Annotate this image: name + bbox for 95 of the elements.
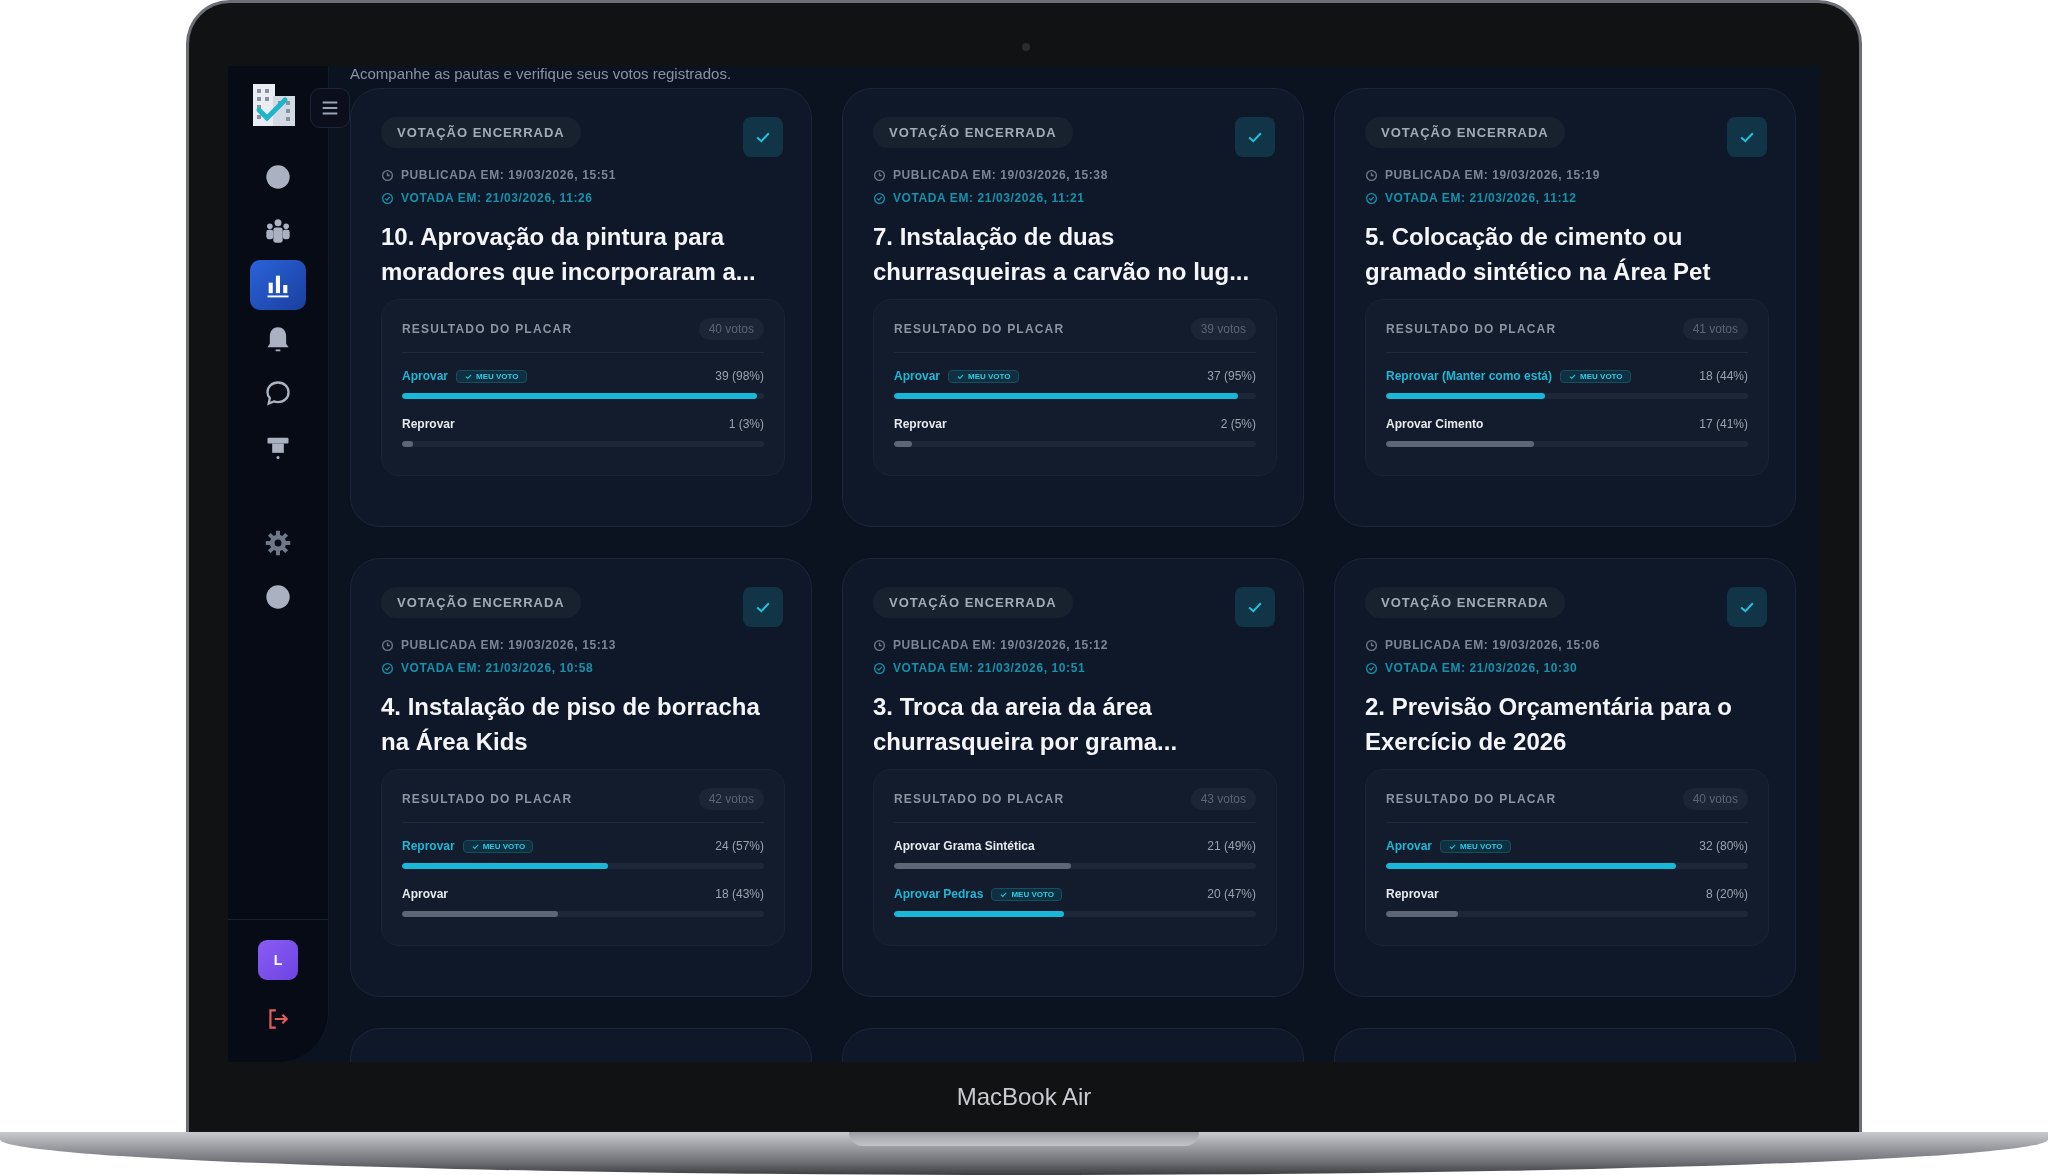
voted-date: VOTADA EM: 21/03/2026, 11:21 bbox=[893, 191, 1085, 205]
check-circle-icon bbox=[381, 191, 394, 205]
option-label: Reprovar bbox=[894, 417, 947, 431]
vote-count: 39 votos bbox=[1190, 318, 1256, 340]
status-badge: VOTAÇÃO ENCERRADA bbox=[873, 587, 1073, 618]
check-circle-icon bbox=[873, 661, 886, 675]
circle-icon bbox=[264, 163, 292, 191]
circle-icon bbox=[264, 583, 292, 611]
option-result: 24 (57%) bbox=[715, 839, 764, 853]
check-circle-icon bbox=[873, 191, 886, 205]
my-vote-text: MEU VOTO bbox=[1580, 371, 1623, 381]
card-title: 4. Instalação de piso de borracha na Área Kids bbox=[381, 692, 761, 757]
voted-check-button[interactable] bbox=[1235, 587, 1275, 627]
device-label: MacBook Air bbox=[956, 1083, 1092, 1111]
option-label: Aprovar bbox=[1386, 839, 1432, 853]
my-vote-text: MEU VOTO bbox=[1011, 889, 1054, 899]
voted-check-button[interactable] bbox=[1727, 587, 1767, 627]
chat-icon bbox=[264, 379, 292, 407]
option-result: 21 (49%) bbox=[1207, 839, 1256, 853]
vote-count: 42 votos bbox=[698, 788, 764, 810]
voted-check-button[interactable] bbox=[743, 587, 783, 627]
my-vote-text: MEU VOTO bbox=[1460, 841, 1503, 851]
card-title: 7. Instalação de duas churrasqueiras a carvão no lug... bbox=[873, 222, 1251, 287]
card-title: 5. Colocação de cimento ou gramado sintético na Área Pet bbox=[1365, 222, 1712, 287]
status-badge: VOTAÇÃO ENCERRADA bbox=[1365, 587, 1565, 618]
option-label: Reprovar bbox=[402, 839, 455, 853]
menu-button[interactable] bbox=[310, 88, 350, 128]
vote-count: 40 votos bbox=[698, 318, 764, 340]
option-result: 32 (80%) bbox=[1699, 839, 1748, 853]
published-date: PUBLICADA EM: 19/03/2026, 15:38 bbox=[893, 168, 1108, 182]
voted-date: VOTADA EM: 21/03/2026, 10:30 bbox=[1385, 661, 1578, 675]
results-heading: RESULTADO DO PLACAR bbox=[402, 792, 573, 806]
published-date: PUBLICADA EM: 19/03/2026, 15:51 bbox=[401, 168, 616, 182]
clock-icon bbox=[1365, 168, 1378, 182]
vote-count: 40 votos bbox=[1682, 788, 1748, 810]
voted-date: VOTADA EM: 21/03/2026, 10:51 bbox=[893, 661, 1086, 675]
published-date: PUBLICADA EM: 19/03/2026, 15:19 bbox=[1385, 168, 1600, 182]
results-heading: RESULTADO DO PLACAR bbox=[1386, 322, 1557, 336]
voted-check-button[interactable] bbox=[743, 117, 783, 157]
my-vote-text: MEU VOTO bbox=[968, 371, 1011, 381]
page-subtitle: Acompanhe as pautas e verifique seus votos registrados. bbox=[350, 66, 733, 84]
clock-icon bbox=[381, 638, 394, 652]
option-label: Aprovar Grama Sintética bbox=[894, 839, 1035, 853]
voted-check-button[interactable] bbox=[1235, 117, 1275, 157]
clock-icon bbox=[1365, 638, 1378, 652]
results-heading: RESULTADO DO PLACAR bbox=[402, 322, 573, 336]
voted-date: VOTADA EM: 21/03/2026, 10:58 bbox=[401, 661, 594, 675]
card-title: 3. Troca da areia da área churrasqueira por grama... bbox=[873, 692, 1179, 757]
camera-icon bbox=[1022, 43, 1030, 51]
clock-icon bbox=[873, 168, 886, 182]
option-result: 20 (47%) bbox=[1207, 887, 1256, 901]
option-result: 2 (5%) bbox=[1220, 417, 1256, 431]
voted-check-button[interactable] bbox=[1727, 117, 1767, 157]
option-label: Reprovar bbox=[402, 417, 455, 431]
option-label: Aprovar Cimento bbox=[1386, 417, 1484, 431]
option-label: Aprovar bbox=[402, 369, 448, 383]
published-date: PUBLICADA EM: 19/03/2026, 15:12 bbox=[893, 638, 1108, 652]
sidebar-item[interactable] bbox=[250, 260, 306, 310]
clock-icon bbox=[381, 168, 394, 182]
option-result: 1 (3%) bbox=[728, 417, 764, 431]
my-vote-text: MEU VOTO bbox=[476, 371, 519, 381]
option-result: 39 (98%) bbox=[715, 369, 764, 383]
option-result: 37 (95%) bbox=[1207, 369, 1256, 383]
card-title: 2. Previsão Orçamentária para o Exercício de 2026 bbox=[1365, 692, 1733, 757]
option-result: 18 (44%) bbox=[1699, 369, 1748, 383]
people-icon bbox=[264, 217, 292, 245]
option-result: 17 (41%) bbox=[1699, 417, 1748, 431]
option-label: Aprovar bbox=[894, 369, 940, 383]
vote-count: 41 votos bbox=[1682, 318, 1748, 340]
status-badge: VOTAÇÃO ENCERRADA bbox=[1365, 117, 1565, 148]
check-circle-icon bbox=[381, 661, 394, 675]
settings-icon bbox=[264, 529, 292, 557]
user-avatar[interactable]: L bbox=[258, 940, 298, 980]
option-result: 18 (43%) bbox=[715, 887, 764, 901]
option-label: Reprovar bbox=[1386, 887, 1439, 901]
option-label: Reprovar (Manter como está) bbox=[1386, 369, 1553, 383]
my-vote-text: MEU VOTO bbox=[482, 841, 526, 851]
check-circle-icon bbox=[1365, 661, 1378, 675]
voted-date: VOTADA EM: 21/03/2026, 11:12 bbox=[1385, 191, 1577, 205]
status-badge: VOTAÇÃO ENCERRADA bbox=[381, 587, 581, 618]
results-heading: RESULTADO DO PLACAR bbox=[1386, 792, 1557, 806]
status-badge: VOTAÇÃO ENCERRADA bbox=[873, 117, 1073, 148]
check-circle-icon bbox=[1365, 191, 1378, 205]
published-date: PUBLICADA EM: 19/03/2026, 15:06 bbox=[1385, 638, 1600, 652]
card-title: 10. Aprovação da pintura para moradores que incorporaram a... bbox=[381, 222, 757, 287]
results-heading: RESULTADO DO PLACAR bbox=[894, 322, 1065, 336]
vote-count: 43 votos bbox=[1190, 788, 1256, 810]
option-label: Aprovar Pedras bbox=[894, 887, 984, 901]
results-heading: RESULTADO DO PLACAR bbox=[894, 792, 1065, 806]
status-badge: VOTAÇÃO ENCERRADA bbox=[381, 117, 581, 148]
clock-icon bbox=[873, 638, 886, 652]
option-label: Aprovar bbox=[402, 887, 448, 901]
published-date: PUBLICADA EM: 19/03/2026, 15:13 bbox=[401, 638, 616, 652]
option-result: 8 (20%) bbox=[1705, 887, 1748, 901]
voted-date: VOTADA EM: 21/03/2026, 11:26 bbox=[401, 191, 593, 205]
